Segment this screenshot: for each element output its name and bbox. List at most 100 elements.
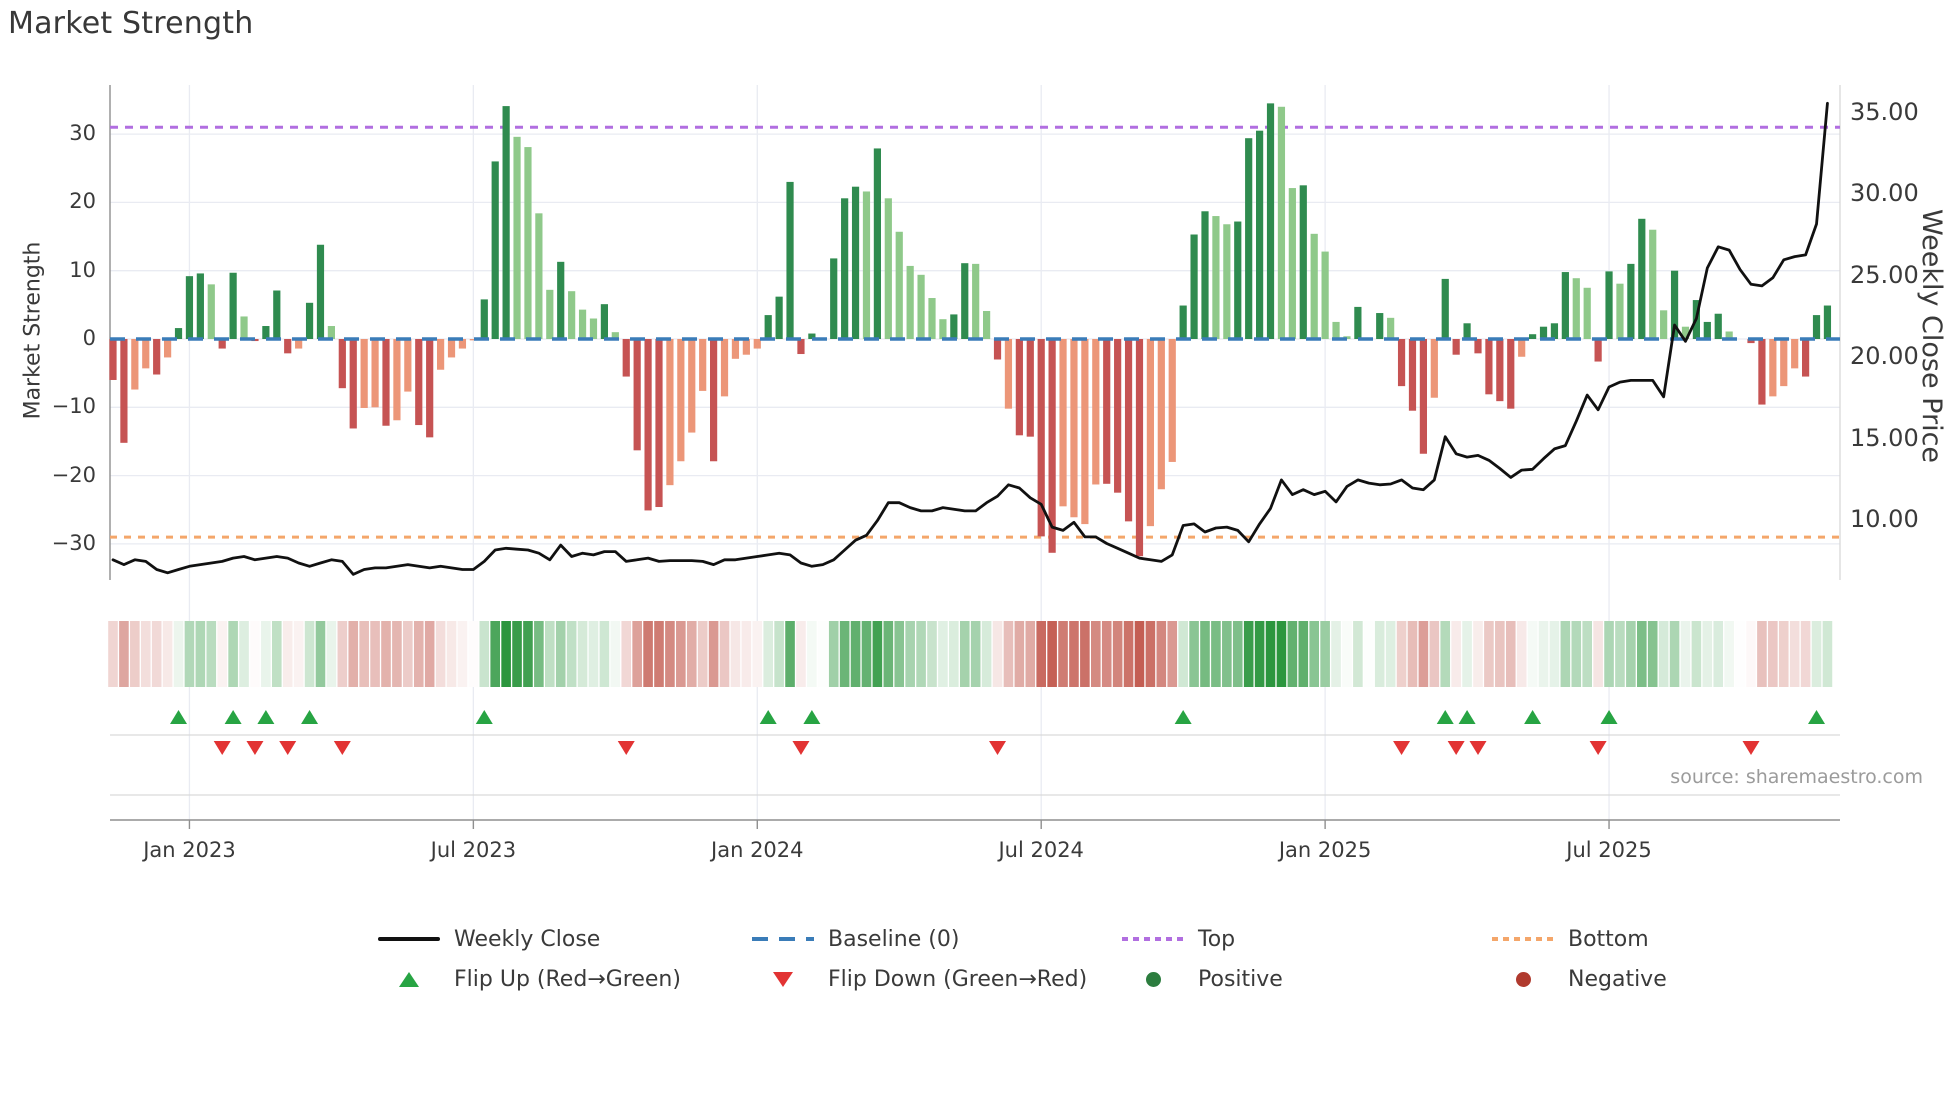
y-tick-30: 30: [69, 121, 96, 146]
heatmap-cell: [173, 621, 184, 687]
heatmap-cell: [1091, 621, 1101, 687]
strength-bar: [1550, 323, 1559, 339]
strength-bar: [764, 315, 772, 339]
strength-bar: [164, 339, 172, 358]
heatmap-cell: [1527, 621, 1538, 687]
strength-bar: [480, 299, 488, 339]
x-tick-jan-2023: Jan 2023: [143, 838, 236, 862]
heatmap-cell: [1167, 621, 1178, 687]
heatmap-cell: [1189, 621, 1199, 687]
heatmap-cell: [1069, 621, 1079, 687]
strength-bar: [1529, 334, 1537, 339]
heatmap-cell: [534, 621, 544, 687]
strength-bar: [1605, 271, 1613, 339]
heatmap-cell: [457, 621, 468, 687]
heatmap-cell: [632, 621, 642, 687]
heatmap-cell: [588, 621, 599, 687]
flip-down-markers: [213, 741, 1760, 755]
legend-item-bottom: Bottom: [1492, 924, 1649, 954]
heatmap-cell: [1101, 621, 1112, 687]
flip-down-marker: [1447, 741, 1465, 755]
heatmap-cell: [1025, 621, 1036, 687]
heatmap-cell: [1724, 621, 1734, 687]
heatmap-cell: [1298, 621, 1309, 687]
strength-bar: [1660, 310, 1668, 339]
strength-bar: [1539, 326, 1548, 339]
strength-bars: [109, 103, 1832, 557]
flip-down-marker: [333, 741, 351, 755]
heatmap-cell: [959, 621, 970, 687]
strength-bar: [1769, 339, 1777, 397]
strength-bar: [884, 198, 892, 339]
strength-bar: [742, 339, 750, 355]
strength-bar: [1277, 106, 1286, 339]
strength-bar: [1791, 339, 1799, 369]
strength-bar: [786, 181, 794, 339]
strength-bar: [327, 326, 335, 339]
strength-bar: [1518, 339, 1526, 357]
strength-bar: [993, 339, 1002, 360]
heatmap-cell: [1047, 621, 1057, 687]
heatmap-cell: [272, 621, 282, 687]
strength-bar: [1266, 103, 1275, 340]
strength-bar: [1146, 339, 1154, 527]
heatmap-cell: [555, 621, 566, 687]
strength-bar: [1015, 339, 1023, 436]
strength-bar: [1288, 188, 1296, 339]
strength-bar: [1812, 315, 1821, 339]
strength-bar: [862, 191, 871, 339]
y-tick--20: −20: [51, 462, 96, 487]
heatmap-cell: [1309, 621, 1319, 687]
legend-item-weekly-close: Weekly Close: [378, 924, 600, 954]
strength-bar: [1419, 339, 1427, 454]
strength-bar: [1234, 221, 1242, 339]
strength-bar: [1714, 313, 1722, 339]
strength-bar: [1124, 339, 1133, 522]
heatmap-cell: [1462, 621, 1472, 687]
positive-dot-icon: [1122, 964, 1184, 994]
heatmap-cell: [708, 621, 719, 687]
heatmap-cell: [1036, 621, 1046, 687]
heatmap-cell: [545, 621, 555, 687]
strength-bar: [284, 339, 292, 354]
heatmap-cell: [1778, 621, 1789, 687]
heatmap-cell: [981, 621, 992, 687]
heatmap-cell: [894, 621, 905, 687]
heatmap-cell: [1374, 621, 1385, 687]
strength-bar: [1638, 218, 1646, 339]
heatmap-cell: [359, 621, 369, 687]
strength-bar: [1212, 216, 1220, 339]
x-tick-jul-2023: Jul 2023: [430, 838, 517, 862]
strength-bar: [1474, 339, 1482, 354]
strength-bar: [1627, 263, 1635, 339]
heatmap-cell: [348, 621, 359, 687]
strength-bar: [1168, 339, 1176, 462]
strength-bar: [1004, 339, 1013, 409]
heatmap-cell: [1003, 621, 1014, 687]
heatmap-cell: [686, 621, 697, 687]
heatmap-cell: [1331, 621, 1341, 687]
flip-down-marker: [1742, 741, 1760, 755]
heatmap-cell: [392, 621, 402, 687]
heatmap-cell: [184, 621, 195, 687]
strength-bar: [928, 298, 936, 339]
strength-bar: [524, 147, 532, 339]
strength-bar: [906, 265, 914, 339]
heatmap-cell: [1789, 621, 1800, 687]
x-tick-jan-2025: Jan 2025: [1278, 838, 1372, 862]
strength-bar: [1703, 321, 1711, 339]
heatmap-cell: [1669, 621, 1680, 687]
y-tick--30: −30: [51, 530, 96, 555]
price-tick-35: 35.00: [1850, 97, 1919, 126]
strength-bar: [371, 339, 379, 408]
heatmap-cell: [195, 621, 206, 687]
strength-bar: [393, 339, 401, 421]
strength-bar: [1059, 339, 1067, 507]
strength-bar: [655, 339, 663, 508]
heatmap-cell: [1265, 621, 1276, 687]
price-tick-10: 10.00: [1850, 505, 1919, 533]
strength-bar: [185, 276, 194, 339]
strength-bar: [1135, 339, 1144, 557]
heatmap-cell: [1287, 621, 1298, 687]
heatmap-cell: [337, 621, 348, 687]
